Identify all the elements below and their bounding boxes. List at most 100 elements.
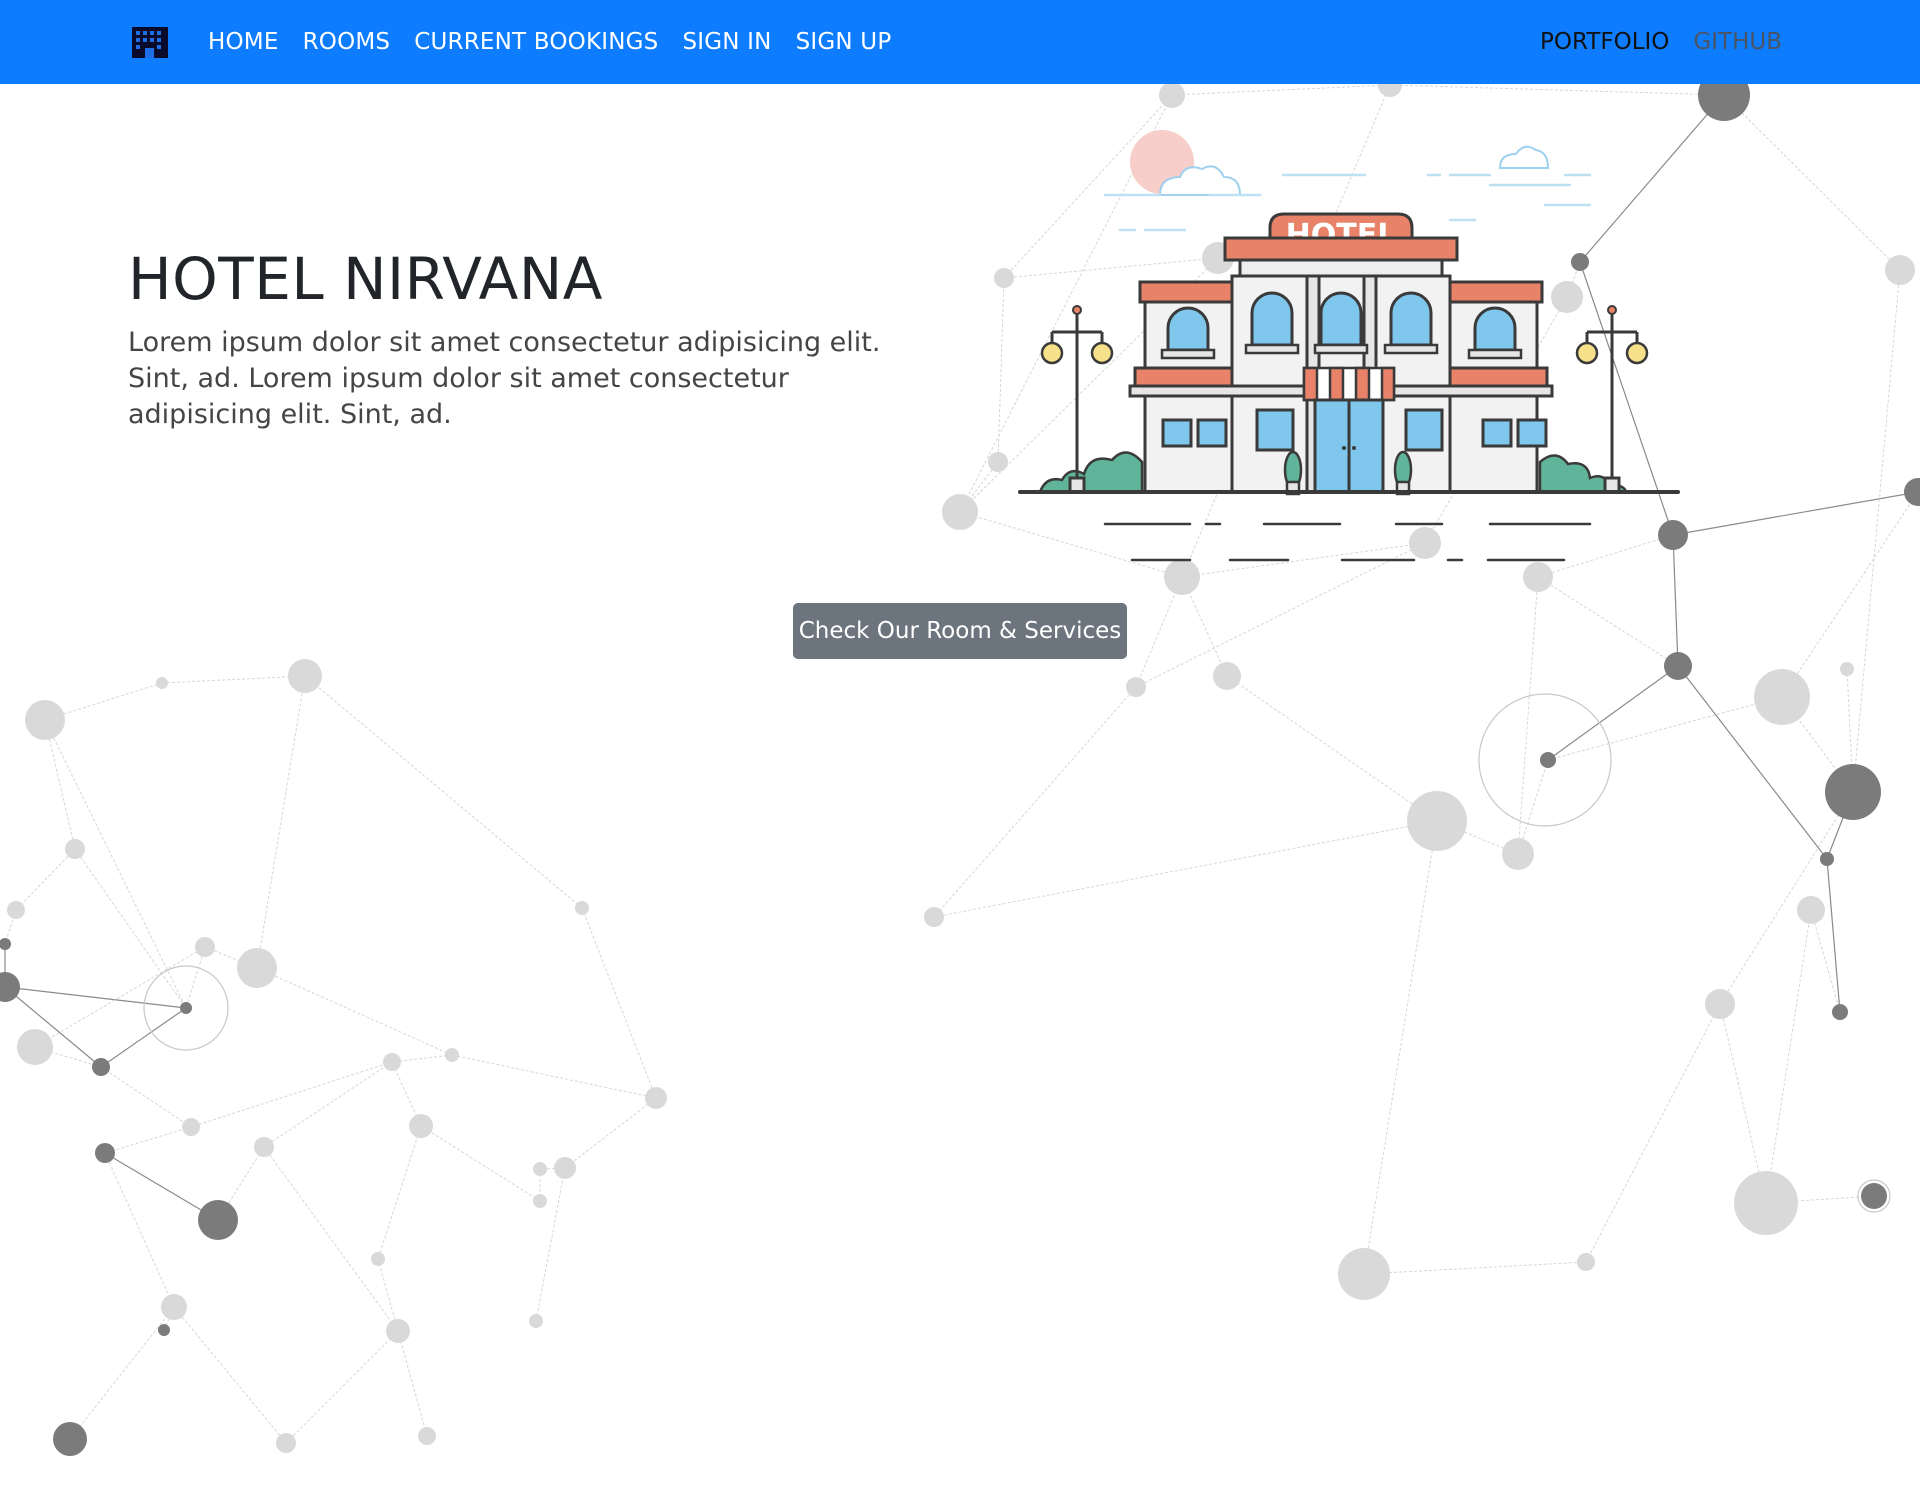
network-edge bbox=[100, 1066, 192, 1128]
nav-sign-in[interactable]: SIGN IN bbox=[682, 29, 771, 55]
network-node bbox=[1502, 838, 1534, 870]
network-edge bbox=[451, 1054, 657, 1099]
network-node bbox=[554, 1157, 576, 1179]
network-node bbox=[288, 659, 322, 693]
network-edge bbox=[1719, 791, 1854, 1005]
nav-rooms[interactable]: ROOMS bbox=[303, 29, 391, 55]
network-node bbox=[533, 1162, 547, 1176]
network-edge bbox=[933, 686, 1137, 918]
network-edge bbox=[256, 675, 306, 969]
network-edge bbox=[263, 1061, 393, 1148]
network-edge bbox=[74, 848, 187, 1009]
network-node bbox=[1664, 652, 1692, 680]
network-node bbox=[25, 700, 65, 740]
top-navbar: HOME ROOMS CURRENT BOOKINGS SIGN IN SIGN… bbox=[0, 0, 1920, 84]
nav-home[interactable]: HOME bbox=[208, 29, 279, 55]
nav-portfolio[interactable]: PORTFOLIO bbox=[1540, 29, 1669, 55]
network-node bbox=[237, 948, 277, 988]
network-edge bbox=[15, 848, 76, 911]
network-edge bbox=[44, 719, 187, 1009]
network-edge bbox=[190, 1061, 393, 1128]
network-edge bbox=[263, 1146, 399, 1332]
check-rooms-services-button[interactable]: Check Our Room & Services bbox=[793, 603, 1127, 659]
network-node bbox=[418, 1427, 436, 1445]
nav-sign-up[interactable]: SIGN UP bbox=[796, 29, 892, 55]
network-edge bbox=[161, 675, 306, 684]
network-node bbox=[1861, 1183, 1887, 1209]
network-edge bbox=[1363, 1261, 1587, 1275]
network-edge bbox=[933, 820, 1438, 918]
network-node bbox=[0, 938, 11, 950]
network-node bbox=[158, 1324, 170, 1336]
network-edge bbox=[581, 907, 657, 1099]
network-node bbox=[1338, 1248, 1390, 1300]
network-edge bbox=[397, 1330, 428, 1437]
external-nav: PORTFOLIO GITHUB bbox=[1540, 0, 1782, 84]
network-edge bbox=[1363, 820, 1438, 1275]
network-edge bbox=[173, 1306, 287, 1444]
network-node bbox=[95, 1143, 115, 1163]
network-edge bbox=[1517, 576, 1539, 855]
network-edge bbox=[34, 946, 206, 1048]
network-edge bbox=[564, 1097, 657, 1169]
network-edge bbox=[304, 675, 583, 909]
network-node bbox=[1797, 896, 1825, 924]
network-edge bbox=[69, 1306, 175, 1440]
network-edge bbox=[391, 1054, 453, 1063]
network-node bbox=[533, 1194, 547, 1208]
network-node bbox=[409, 1114, 433, 1138]
network-node bbox=[7, 901, 25, 919]
network-edge bbox=[1226, 675, 1438, 822]
network-edge bbox=[1852, 269, 1901, 793]
network-node bbox=[92, 1058, 110, 1076]
network-node bbox=[1577, 1253, 1595, 1271]
network-edge bbox=[104, 1152, 175, 1308]
network-node bbox=[1407, 791, 1467, 851]
network-node bbox=[1213, 662, 1241, 690]
network-node bbox=[1159, 82, 1185, 108]
network-node bbox=[195, 937, 215, 957]
network-node bbox=[161, 1294, 187, 1320]
network-node bbox=[254, 1137, 274, 1157]
network-node bbox=[1885, 255, 1915, 285]
hero-section: HOTEL NIRVANA Lorem ipsum dolor sit amet… bbox=[128, 245, 918, 433]
network-node bbox=[1820, 852, 1834, 866]
network-edge bbox=[4, 986, 187, 1009]
network-node bbox=[1540, 752, 1556, 768]
network-node bbox=[383, 1053, 401, 1071]
network-node bbox=[17, 1029, 53, 1065]
network-node bbox=[1832, 1004, 1848, 1020]
nav-github[interactable]: GITHUB bbox=[1693, 29, 1782, 55]
network-edge bbox=[377, 1125, 422, 1260]
network-node bbox=[156, 677, 168, 689]
network-node bbox=[988, 452, 1008, 472]
network-edge bbox=[1672, 491, 1919, 536]
network-node bbox=[371, 1252, 385, 1266]
network-node bbox=[575, 901, 589, 915]
network-node bbox=[386, 1319, 410, 1343]
primary-nav: HOME ROOMS CURRENT BOOKINGS SIGN IN SIGN… bbox=[208, 0, 891, 84]
network-node bbox=[53, 1422, 87, 1456]
hotel-illustration: HOTEL bbox=[1010, 120, 1690, 597]
network-edge bbox=[1723, 94, 1901, 271]
building-icon[interactable] bbox=[130, 24, 170, 60]
network-node bbox=[198, 1200, 238, 1240]
network-node bbox=[1840, 662, 1854, 676]
hero-title: HOTEL NIRVANA bbox=[128, 245, 603, 313]
network-edge bbox=[1765, 909, 1812, 1204]
network-node bbox=[1825, 764, 1881, 820]
network-edge bbox=[1537, 576, 1679, 667]
network-node bbox=[182, 1118, 200, 1136]
network-edge bbox=[256, 967, 453, 1056]
network-node bbox=[529, 1314, 543, 1328]
network-node bbox=[65, 839, 85, 859]
network-node bbox=[1126, 677, 1146, 697]
nav-current-bookings[interactable]: CURRENT BOOKINGS bbox=[414, 29, 658, 55]
network-node bbox=[445, 1048, 459, 1062]
network-node bbox=[1904, 478, 1920, 506]
network-edge bbox=[420, 1125, 541, 1202]
network-edge bbox=[104, 1126, 192, 1154]
network-node bbox=[1705, 989, 1735, 1019]
network-node bbox=[924, 907, 944, 927]
network-edge bbox=[1389, 84, 1725, 96]
